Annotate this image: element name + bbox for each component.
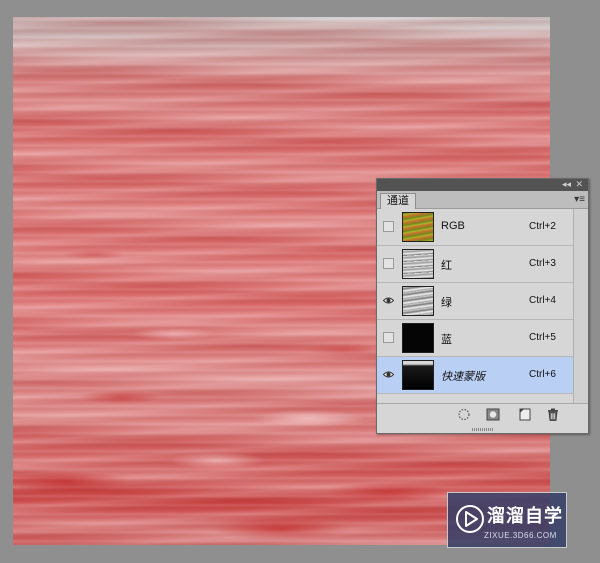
channel-name: 红 <box>441 260 452 272</box>
channel-name: RGB <box>441 220 465 232</box>
channel-shortcut: Ctrl+4 <box>529 295 556 306</box>
channel-list: RGB Ctrl+2 红 Ctrl+3 绿 Ctrl+4 蓝 Ctrl+5 快速… <box>377 209 588 405</box>
channel-thumbnail <box>402 249 434 279</box>
channel-name: 蓝 <box>441 334 452 346</box>
channel-thumbnail <box>402 212 434 242</box>
collapse-icon[interactable]: ◂◂ <box>562 178 571 190</box>
new-channel-icon[interactable] <box>518 408 532 421</box>
eye-icon[interactable] <box>383 295 394 306</box>
panel-menu-icon[interactable]: ▾≡ <box>574 193 585 207</box>
channel-thumbnail <box>402 360 434 390</box>
channel-row-blue[interactable]: 蓝 Ctrl+5 <box>377 320 574 357</box>
channel-thumbnail <box>402 286 434 316</box>
watermark-title: 溜溜自学 <box>487 506 563 526</box>
panel-tabbar: 通道 ▾≡ <box>377 191 588 209</box>
channel-name: 绿 <box>441 297 452 309</box>
save-selection-as-channel-icon[interactable] <box>486 408 500 421</box>
channel-shortcut: Ctrl+3 <box>529 258 556 269</box>
channel-shortcut: Ctrl+2 <box>529 221 556 232</box>
channel-shortcut: Ctrl+6 <box>529 369 556 380</box>
channel-row-green[interactable]: 绿 Ctrl+4 <box>377 283 574 320</box>
channel-row-rgb[interactable]: RGB Ctrl+2 <box>377 209 574 246</box>
visibility-toggle[interactable] <box>383 332 394 343</box>
visibility-toggle[interactable] <box>383 221 394 232</box>
close-icon[interactable]: ✕ <box>575 178 583 190</box>
delete-channel-icon[interactable] <box>546 408 560 421</box>
channel-thumbnail <box>402 323 434 353</box>
channel-shortcut: Ctrl+5 <box>529 332 556 343</box>
panel-footer <box>377 403 588 425</box>
tab-channels[interactable]: 通道 <box>380 193 416 209</box>
channel-row-quick-mask[interactable]: 快速蒙版 Ctrl+6 <box>377 357 574 394</box>
channel-name: 快速蒙版 <box>441 371 485 383</box>
resize-grip[interactable] <box>472 428 494 431</box>
watermark: 溜溜自学 ZIXUE.3D66.COM <box>447 492 567 548</box>
eye-icon[interactable] <box>383 369 394 380</box>
channels-panel: ◂◂ ✕ 通道 ▾≡ RGB Ctrl+2 红 Ctrl+3 绿 Ctrl+4 <box>376 178 589 434</box>
panel-titlebar[interactable]: ◂◂ ✕ <box>377 179 588 191</box>
load-channel-as-selection-icon[interactable] <box>457 408 471 421</box>
watermark-url: ZIXUE.3D66.COM <box>484 531 557 540</box>
channel-row-red[interactable]: 红 Ctrl+3 <box>377 246 574 283</box>
play-logo-icon <box>456 505 484 533</box>
visibility-toggle[interactable] <box>383 258 394 269</box>
channel-list-scrollbar[interactable] <box>573 209 588 405</box>
